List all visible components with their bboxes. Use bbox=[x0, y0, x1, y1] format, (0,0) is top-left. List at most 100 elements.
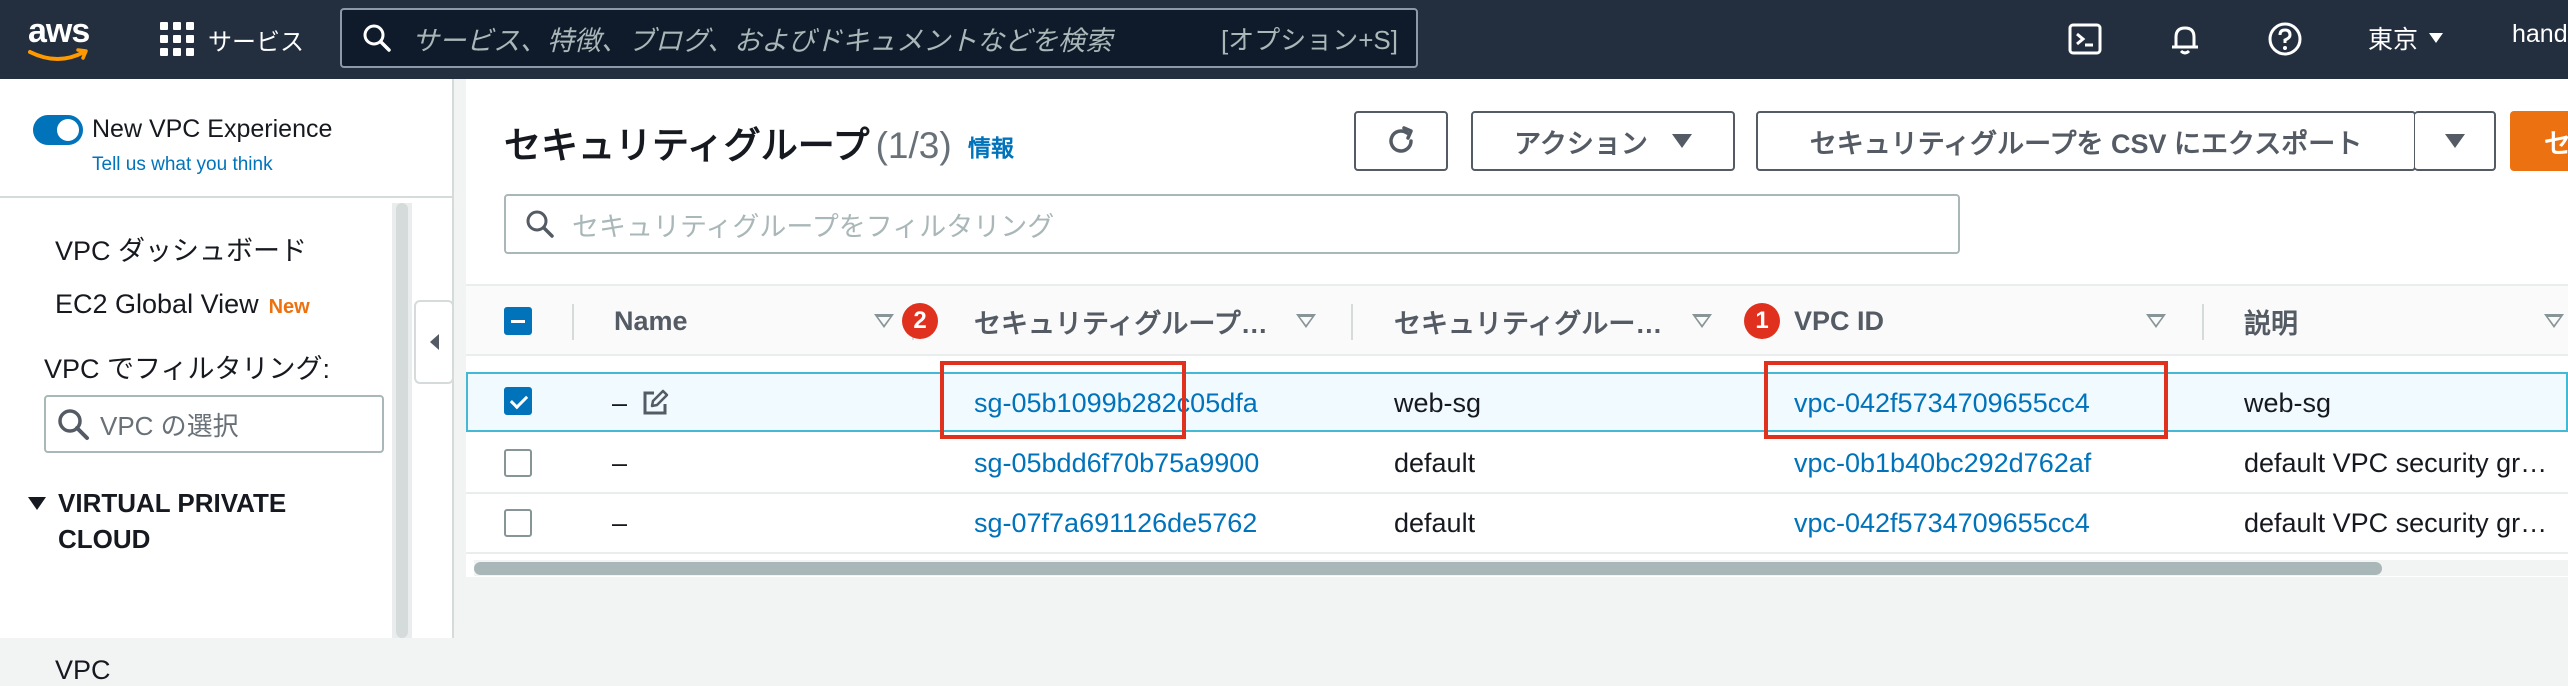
column-header-label: セキュリティグルー… bbox=[1394, 308, 1663, 339]
export-options-dropdown[interactable] bbox=[2414, 111, 2496, 171]
column-header-label: セキュリティグループ… bbox=[974, 308, 1268, 339]
vpc-id-link[interactable]: vpc-0b1b40bc292d762af bbox=[1794, 434, 2091, 492]
caret-down-icon bbox=[2429, 33, 2444, 43]
description: default VPC security gr… bbox=[2244, 507, 2548, 538]
table-row[interactable]: – sg-07f7a691126de5762 default vpc-042f5… bbox=[466, 494, 2568, 554]
sidebar-item-ec2-global-view[interactable]: EC2 Global View New bbox=[55, 289, 310, 320]
edit-icon[interactable] bbox=[641, 389, 669, 417]
column-header-description[interactable]: 説明 bbox=[2244, 286, 2298, 356]
table-horizontal-scrollbar[interactable] bbox=[474, 560, 2568, 576]
table-row[interactable]: – sg-05bdd6f70b75a9900 default vpc-0b1b4… bbox=[466, 434, 2568, 494]
aws-smile-icon bbox=[28, 48, 88, 61]
content-footer-area bbox=[466, 577, 2568, 638]
column-header-label: VPC ID bbox=[1794, 305, 1885, 336]
description: web-sg bbox=[2244, 387, 2332, 418]
vpc-id-link[interactable]: vpc-042f5734709655cc4 bbox=[1794, 494, 2090, 552]
caret-down-icon bbox=[28, 496, 46, 510]
sidebar-item-label: VPC bbox=[55, 655, 111, 685]
column-header-vpc-id[interactable]: VPC ID bbox=[1794, 286, 1884, 356]
column-header-security-group-name[interactable]: セキュリティグルー… bbox=[1394, 286, 1662, 356]
security-group-filter-input[interactable]: セキュリティグループをフィルタリング bbox=[504, 194, 1960, 254]
column-divider bbox=[572, 304, 574, 340]
actions-dropdown-button[interactable]: アクション bbox=[1471, 111, 1735, 171]
aws-logo[interactable]: aws bbox=[28, 14, 98, 64]
vpc-select-placeholder: VPC の選択 bbox=[100, 410, 239, 441]
grid-icon bbox=[160, 22, 194, 56]
scrollbar-thumb[interactable] bbox=[474, 562, 2382, 575]
security-group-id-link[interactable]: sg-05bdd6f70b75a9900 bbox=[974, 434, 1259, 492]
new-vpc-toggle[interactable] bbox=[33, 115, 83, 145]
page-title: セキュリティグループ (1/3) bbox=[504, 115, 952, 169]
help-icon[interactable] bbox=[2266, 20, 2304, 58]
new-vpc-experience-label: New VPC Experience bbox=[92, 115, 333, 143]
scrollbar-thumb[interactable] bbox=[396, 203, 408, 638]
annotation-badge-1: 1 bbox=[1744, 303, 1780, 339]
create-security-group-button[interactable]: セ bbox=[2510, 111, 2568, 171]
section-title: VIRTUAL PRIVATE CLOUD bbox=[58, 488, 287, 554]
table-row[interactable]: – sg-05b1099b282c05dfa web-sg vpc-042f57… bbox=[466, 372, 2568, 432]
sidebar-scrollbar[interactable] bbox=[392, 203, 412, 638]
search-icon bbox=[526, 210, 554, 238]
sidebar-item-label: EC2 Global View bbox=[55, 289, 259, 319]
sort-icon[interactable] bbox=[874, 314, 894, 328]
filter-placeholder: セキュリティグループをフィルタリング bbox=[572, 211, 1055, 242]
search-icon bbox=[363, 24, 391, 52]
security-group-name: default bbox=[1394, 447, 1476, 478]
annotation-highlight-sg-id bbox=[940, 361, 1186, 439]
sort-icon[interactable] bbox=[2544, 314, 2564, 328]
vpc-select-input[interactable]: VPC の選択 bbox=[44, 395, 384, 453]
row-name: – bbox=[612, 447, 628, 478]
region-selector[interactable]: 東京 bbox=[2368, 20, 2444, 56]
select-all-checkbox[interactable] bbox=[504, 307, 532, 335]
export-csv-button[interactable]: セキュリティグループを CSV にエクスポート bbox=[1756, 111, 2416, 171]
row-checkbox[interactable] bbox=[504, 509, 532, 537]
actions-label: アクション bbox=[1514, 128, 1648, 159]
selection-count: (1/3) bbox=[875, 125, 952, 166]
search-placeholder: サービス、特徴、ブログ、およびドキュメントなどを検索 bbox=[412, 25, 1113, 56]
search-shortcut-hint: [オプション+S] bbox=[1221, 24, 1398, 55]
row-name-cell: – bbox=[612, 374, 669, 432]
security-group-name: default bbox=[1394, 507, 1476, 538]
security-group-name: web-sg bbox=[1394, 387, 1482, 418]
sort-icon[interactable] bbox=[2146, 314, 2166, 328]
bell-icon[interactable] bbox=[2166, 20, 2204, 58]
account-menu[interactable]: hand bbox=[2512, 20, 2568, 49]
row-name: – bbox=[612, 507, 628, 538]
row-name: – bbox=[612, 387, 628, 418]
column-divider bbox=[1351, 304, 1353, 340]
annotation-badge-2: 2 bbox=[902, 303, 938, 339]
column-divider bbox=[2202, 304, 2204, 340]
create-button-label: セ bbox=[2544, 128, 2568, 159]
services-label: サービス bbox=[208, 28, 304, 56]
refresh-button[interactable] bbox=[1354, 111, 1448, 171]
row-checkbox[interactable] bbox=[504, 387, 532, 415]
sidebar-item-label: VPC ダッシュボード bbox=[55, 236, 308, 266]
sort-icon[interactable] bbox=[1692, 314, 1712, 328]
annotation-highlight-vpc-id bbox=[1764, 361, 2168, 439]
services-menu-button[interactable]: サービス bbox=[160, 18, 304, 60]
section-virtual-private-cloud[interactable]: VIRTUAL PRIVATE CLOUD bbox=[28, 485, 348, 557]
column-header-name[interactable]: Name bbox=[614, 286, 688, 356]
top-navigation-bar: aws サービス サービス、特徴、ブログ、およびドキュメントなどを検索 [オプシ… bbox=[0, 0, 2568, 79]
table-header: Name セキュリティグループ… セキュリティグルー… VPC ID 説明 bbox=[466, 284, 2568, 356]
sidebar-item-vpc[interactable]: VPC bbox=[55, 655, 111, 686]
feedback-link[interactable]: Tell us what you think bbox=[92, 154, 273, 176]
global-search-input[interactable]: サービス、特徴、ブログ、およびドキュメントなどを検索 [オプション+S] bbox=[340, 8, 1418, 68]
column-header-label: Name bbox=[614, 305, 688, 336]
column-header-label: 説明 bbox=[2244, 308, 2298, 339]
sidebar-item-vpc-dashboard[interactable]: VPC ダッシュボード bbox=[55, 229, 307, 268]
page-title-text: セキュリティグループ bbox=[504, 125, 870, 166]
chevron-left-icon bbox=[430, 334, 439, 350]
column-header-security-group-id[interactable]: セキュリティグループ… bbox=[974, 286, 1268, 356]
search-icon bbox=[58, 409, 89, 440]
info-link[interactable]: 情報 bbox=[968, 129, 1014, 163]
sort-icon[interactable] bbox=[1296, 314, 1316, 328]
collapse-sidebar-button[interactable] bbox=[414, 300, 454, 384]
security-group-id-link[interactable]: sg-07f7a691126de5762 bbox=[974, 494, 1257, 552]
caret-down-icon bbox=[2444, 134, 2465, 148]
cloudshell-icon[interactable] bbox=[2066, 20, 2104, 58]
row-checkbox[interactable] bbox=[504, 449, 532, 477]
main-content: セキュリティグループ (1/3) 情報 アクション セキュリティグループを CSV… bbox=[466, 79, 2568, 638]
refresh-icon bbox=[1389, 126, 1413, 153]
aws-logo-text: aws bbox=[28, 12, 90, 50]
